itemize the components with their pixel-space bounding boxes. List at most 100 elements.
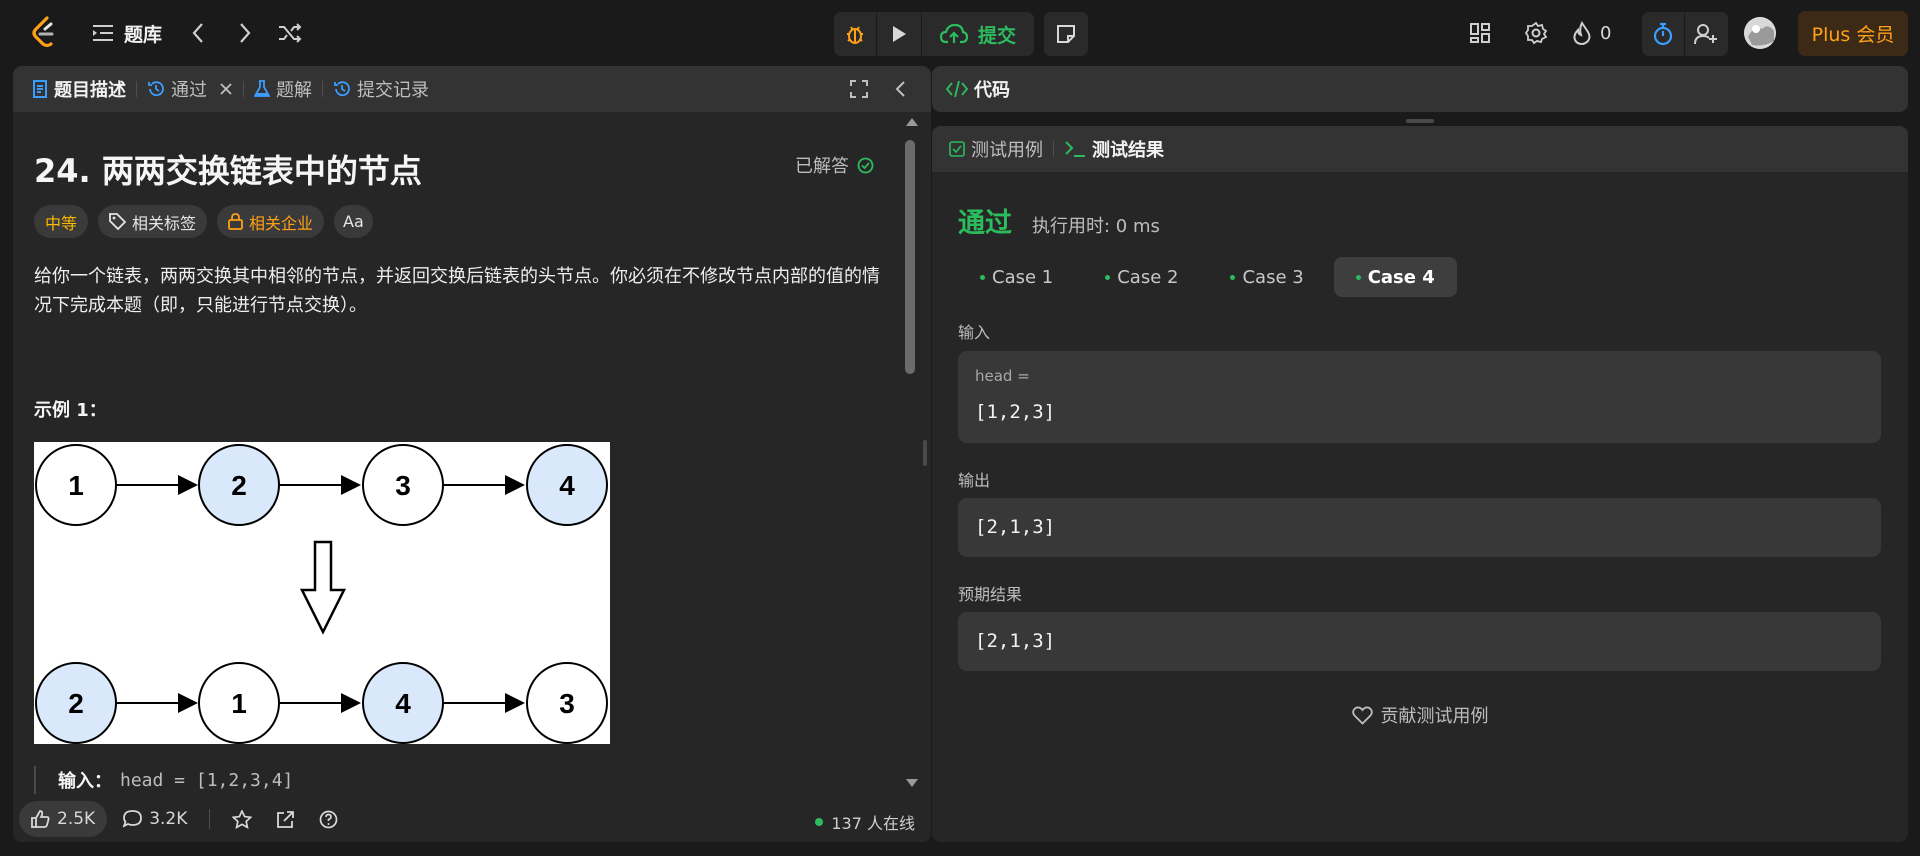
chevron-right-icon [240, 23, 251, 43]
plus-membership-button[interactable]: Plus 会员 [1798, 11, 1908, 56]
notes-button[interactable] [1044, 12, 1088, 56]
star-icon [232, 809, 253, 829]
case-tab[interactable]: Case 2 [1083, 257, 1200, 297]
output-label: 输出 [958, 471, 991, 490]
help-button[interactable] [307, 801, 350, 837]
tab-divider [136, 81, 137, 97]
case-tab[interactable]: Case 1 [958, 257, 1075, 297]
top-bar: 题库 提交 0 Plus 会员 [0, 0, 1920, 66]
accepted-label: 通过 [958, 208, 1012, 239]
online-count: 137 人在线 [831, 814, 915, 833]
fire-icon [1573, 21, 1591, 45]
stopwatch-icon [1653, 22, 1673, 46]
question-circle-icon [320, 810, 338, 828]
related-companies-badge[interactable]: 相关企业 [217, 205, 325, 238]
tab-code[interactable]: 代码 [946, 66, 1010, 112]
case-label: Case 2 [1117, 266, 1179, 288]
case-tabs: Case 1 Case 2 Case 3 Case 4 [958, 257, 1457, 297]
input-label: 输入 [958, 323, 991, 342]
related-tags-badge[interactable]: 相关标签 [98, 205, 208, 238]
expected-label: 预期结果 [958, 585, 1023, 604]
debug-button[interactable] [834, 12, 876, 56]
case-label: Case 1 [992, 266, 1054, 288]
layout-button[interactable] [1462, 15, 1498, 51]
invite-button[interactable] [1685, 12, 1727, 56]
code-panel: 代码 [932, 66, 1908, 112]
input-value: [1,2,3] [975, 401, 1056, 423]
output-value: [2,1,3] [975, 516, 1056, 538]
fullscreen-button[interactable] [850, 80, 868, 98]
expected-box: [2,1,3] [958, 612, 1881, 671]
code-icon [946, 80, 968, 98]
problem-list-button[interactable]: 题库 [92, 18, 162, 48]
problem-badges: 中等 相关标签 相关企业 Aa [34, 205, 373, 238]
settings-button[interactable] [1518, 15, 1554, 51]
case-tab-active[interactable]: Case 4 [1333, 257, 1457, 297]
leetcode-logo-icon[interactable] [28, 14, 60, 52]
scroll-up-arrow[interactable] [906, 118, 918, 126]
description-panel: 题目描述 通过 题解 提交记录 24. 两两交换链表中的节点 已解答 中等 相关… [13, 66, 931, 842]
favorite-button[interactable] [220, 801, 264, 837]
avatar[interactable] [1744, 17, 1776, 49]
tab-submissions[interactable]: 提交记录 [333, 66, 429, 112]
tab-divider [1053, 141, 1054, 157]
tab-solutions[interactable]: 题解 [254, 66, 312, 112]
node-label: 2 [231, 470, 247, 501]
timer-invite-group [1642, 12, 1728, 56]
expand-icon [850, 80, 868, 98]
tab-description[interactable]: 题目描述 [32, 66, 126, 112]
next-problem-button[interactable] [227, 15, 263, 51]
scrollbar-thumb[interactable] [905, 140, 915, 374]
random-problem-button[interactable] [272, 15, 308, 51]
note-icon [1057, 25, 1075, 43]
input-variable: head = [975, 367, 1030, 385]
contribute-testcase-button[interactable]: 贡献测试用例 [932, 702, 1908, 728]
case-label: Case 3 [1242, 266, 1304, 288]
code-panel-header: 代码 [932, 66, 1908, 112]
prev-problem-button[interactable] [180, 15, 216, 51]
difficulty-badge[interactable]: 中等 [34, 205, 89, 238]
like-count: 2.5K [57, 809, 96, 829]
share-button[interactable] [264, 801, 307, 837]
comments-button[interactable]: 3.2K [111, 801, 199, 837]
chevron-left-icon [895, 81, 905, 97]
tab-submissions-label: 提交记录 [357, 80, 429, 101]
vertical-resize-handle[interactable] [923, 440, 927, 466]
tab-test-result[interactable]: 测试结果 [1064, 126, 1164, 172]
run-button[interactable] [877, 12, 921, 56]
thumbs-up-icon [31, 810, 50, 828]
tab-accepted[interactable]: 通过 [147, 66, 233, 112]
external-link-icon [277, 810, 295, 828]
streak-button[interactable]: 0 [1572, 15, 1611, 51]
tab-testcases[interactable]: 测试用例 [949, 126, 1043, 172]
tag-icon [109, 213, 127, 230]
tab-code-label: 代码 [974, 80, 1010, 101]
expected-value: [2,1,3] [975, 630, 1056, 652]
description-footer: 2.5K 3.2K 137 人在线 [13, 796, 931, 842]
like-button[interactable]: 2.5K [19, 801, 108, 837]
tab-divider [243, 81, 244, 97]
scroll-down-arrow[interactable] [906, 779, 918, 787]
close-icon[interactable] [219, 82, 233, 96]
example-input-value: head = [1,2,3,4] [120, 769, 294, 791]
check-circle-icon [857, 157, 874, 173]
bug-icon [847, 26, 863, 44]
notes-group [1044, 12, 1088, 56]
collapse-panel-button[interactable] [894, 80, 906, 98]
tab-accepted-label: 通过 [171, 80, 207, 101]
submit-button[interactable]: 提交 [922, 12, 1034, 56]
down-arrow [299, 540, 347, 635]
case-tab[interactable]: Case 3 [1208, 257, 1325, 297]
document-icon [33, 80, 47, 98]
timer-button[interactable] [1642, 12, 1684, 56]
lock-icon [228, 213, 243, 230]
online-dot [815, 818, 824, 826]
layout-grid-icon [1470, 23, 1490, 43]
horizontal-resize-handle[interactable] [1406, 119, 1434, 123]
example-title: 示例 1： [34, 400, 107, 421]
add-user-icon [1694, 24, 1717, 45]
translate-badge[interactable]: Aa [334, 205, 373, 238]
runtime-label: 执行用时: 0 ms [1032, 216, 1160, 237]
cloud-upload-icon [940, 23, 968, 44]
bottom-linked-list: 2 1 4 3 [35, 662, 608, 744]
